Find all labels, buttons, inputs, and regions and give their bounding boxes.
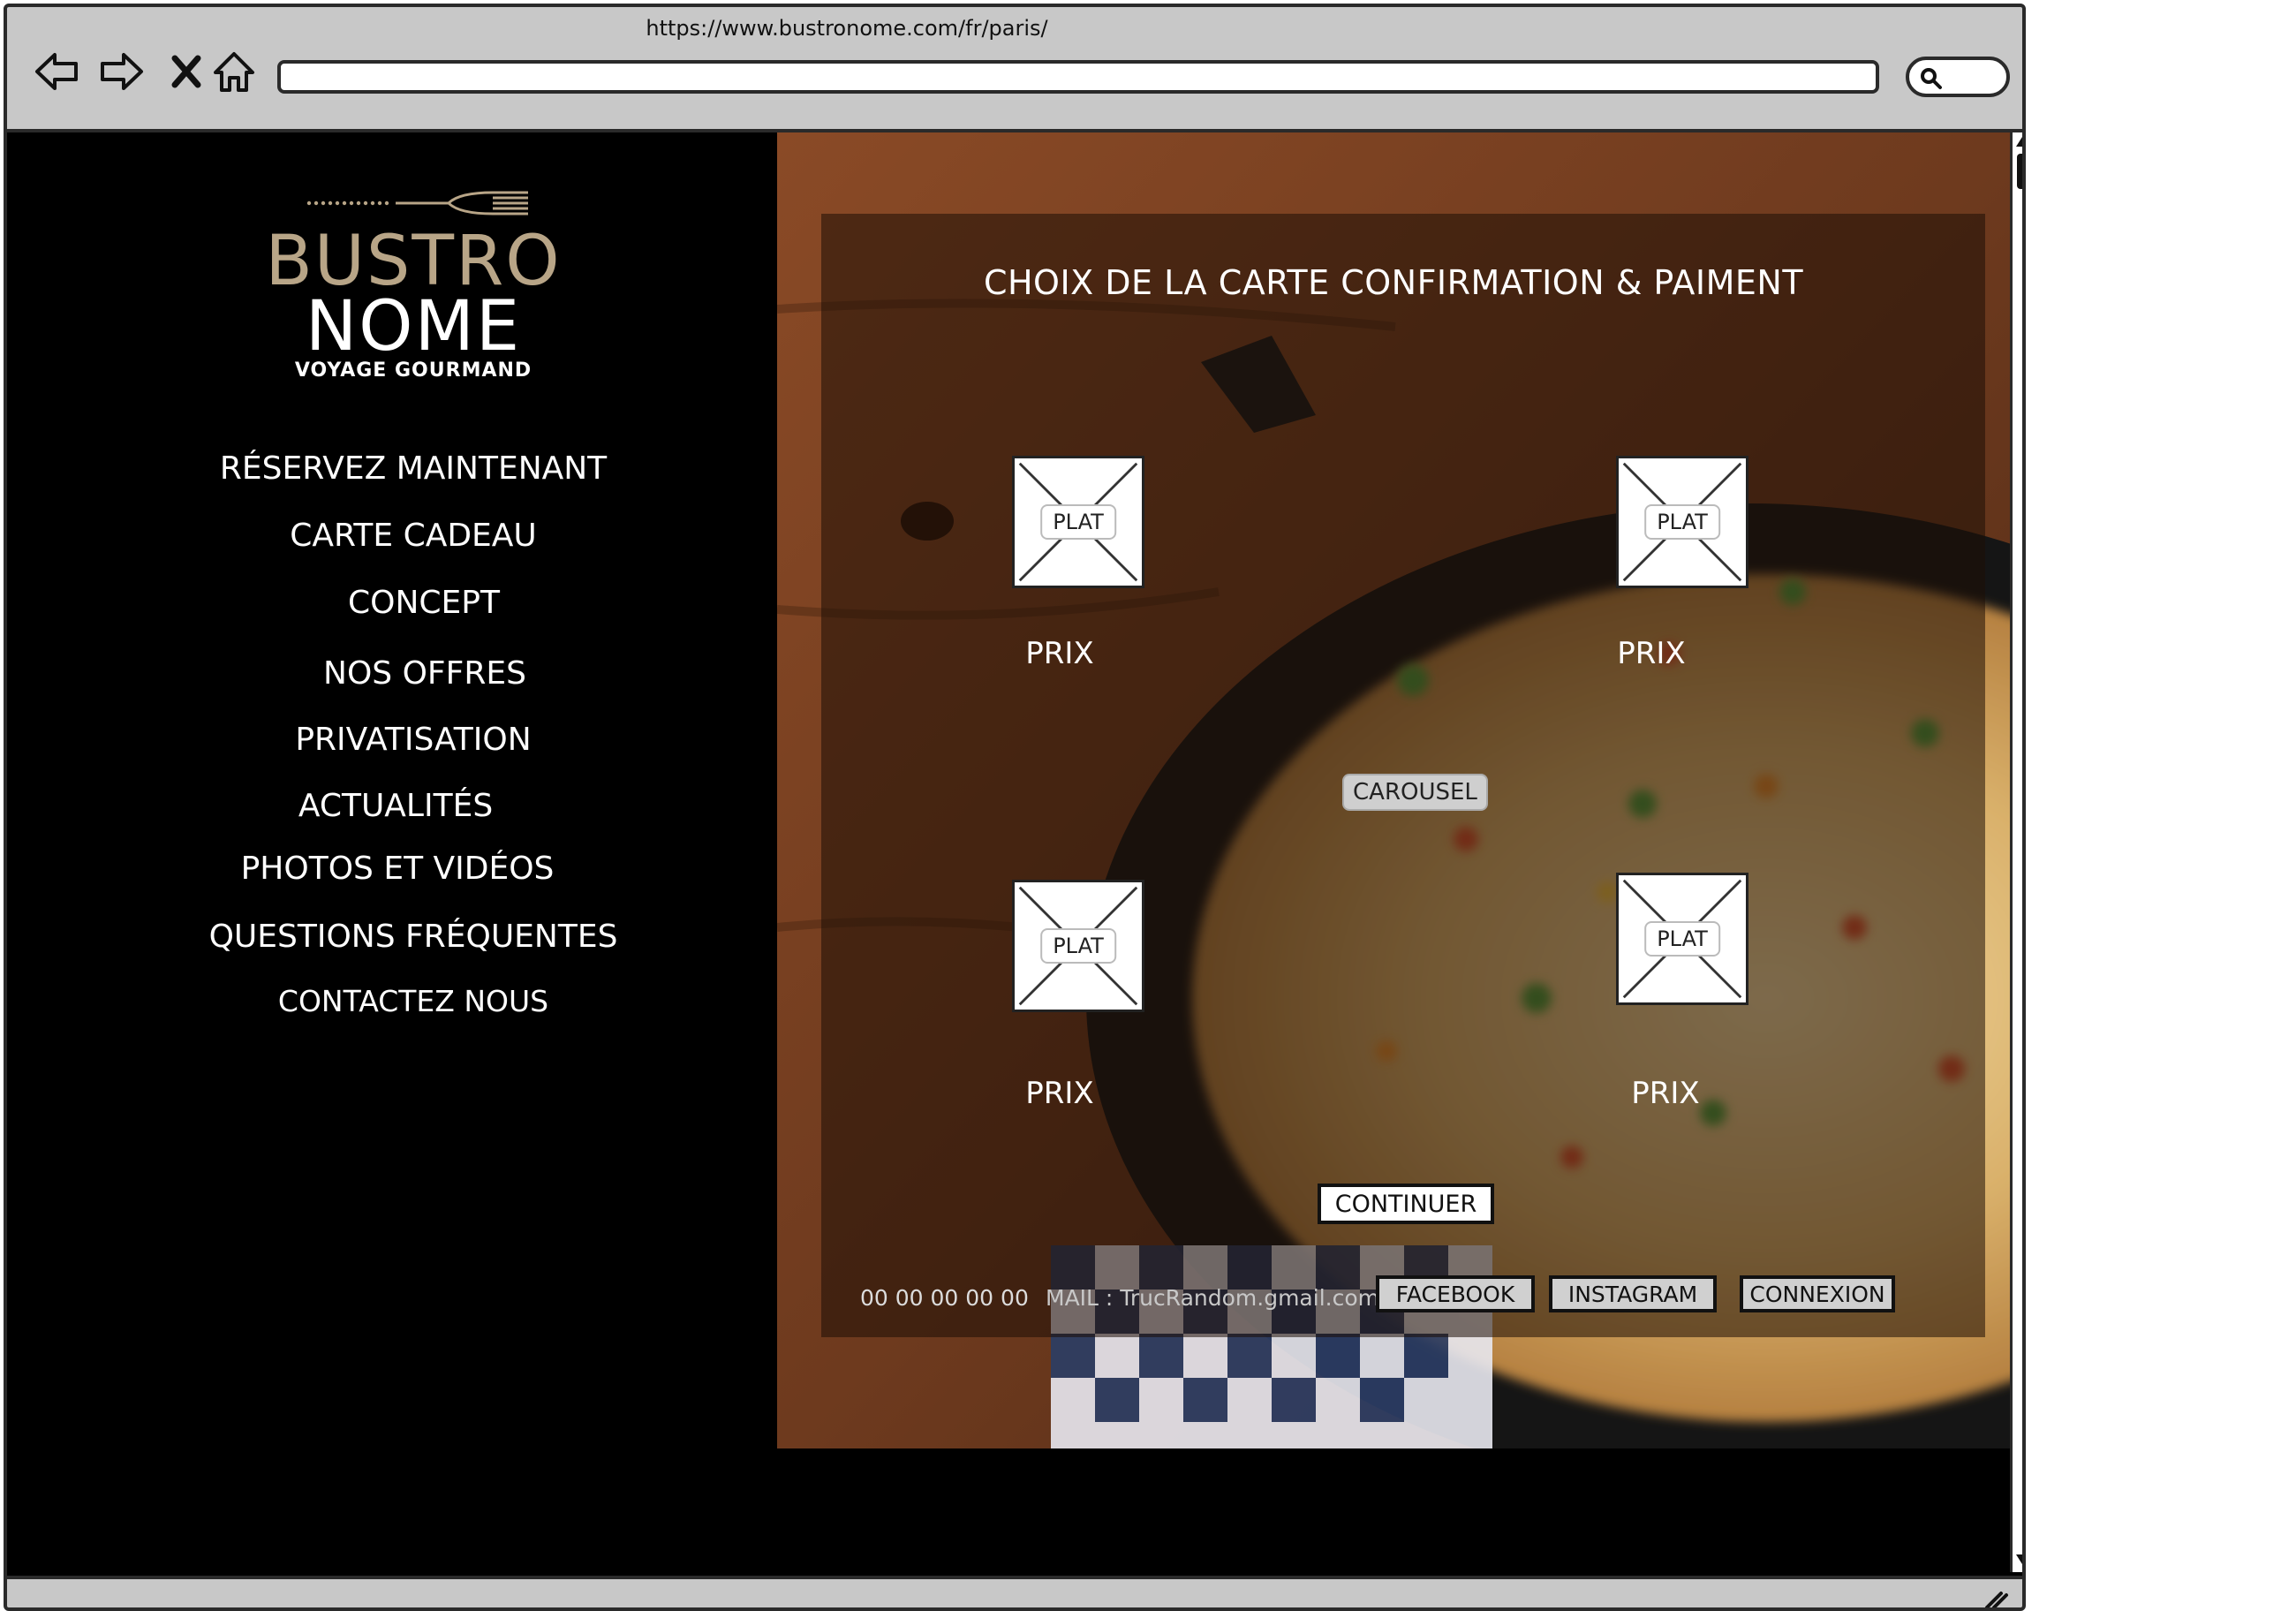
browser-status-bar — [7, 1576, 2022, 1611]
sidebar-item-actualites[interactable]: ACTUALITÉS — [298, 788, 493, 824]
sidebar-item-questions[interactable]: QUESTIONS FRÉQUENTES — [209, 919, 618, 955]
search-icon — [1921, 68, 1942, 89]
sidebar-item-contact[interactable]: CONTACTEZ NOUS — [278, 984, 548, 1018]
dish-price-2: PRIX — [1617, 636, 1686, 671]
dish-image-label: PLAT — [1040, 928, 1116, 964]
sidebar-item-nos-offres[interactable]: NOS OFFRES — [323, 655, 526, 692]
vertical-scrollbar[interactable] — [2010, 132, 2026, 1572]
home-icon[interactable] — [208, 46, 260, 97]
dish-image-label: PLAT — [1644, 921, 1720, 957]
browser-window: https://www.bustronome.com/fr/paris/ BUS… — [4, 4, 2026, 1611]
back-icon[interactable] — [32, 46, 83, 97]
browser-search-field[interactable] — [1906, 57, 2010, 97]
dish-image-2[interactable]: PLAT — [1616, 456, 1748, 588]
carousel-label[interactable]: CAROUSEL — [1342, 774, 1488, 811]
sidebar-item-carte-cadeau[interactable]: CARTE CADEAU — [290, 518, 537, 554]
dish-image-4[interactable]: PLAT — [1616, 873, 1748, 1005]
dish-image-3[interactable]: PLAT — [1012, 880, 1144, 1012]
svg-text:VOYAGE GOURMAND: VOYAGE GOURMAND — [295, 359, 532, 380]
forward-icon[interactable] — [95, 46, 147, 97]
instagram-button[interactable]: INSTAGRAM — [1549, 1275, 1717, 1312]
footer-phone: 00 00 00 00 00 — [860, 1285, 1029, 1311]
facebook-button[interactable]: FACEBOOK — [1376, 1275, 1535, 1312]
dish-price-3: PRIX — [1025, 1076, 1094, 1111]
sidebar-item-photos-videos[interactable]: PHOTOS ET VIDÉOS — [241, 851, 555, 887]
dish-image-label: PLAT — [1644, 504, 1720, 540]
stop-icon[interactable] — [161, 46, 212, 97]
sidebar-item-privatisation[interactable]: PRIVATISATION — [295, 722, 531, 758]
sidebar-item-concept[interactable]: CONCEPT — [348, 585, 500, 621]
scroll-up-icon[interactable] — [2014, 134, 2026, 148]
page-bottom-area — [7, 1448, 2010, 1576]
dish-price-4: PRIX — [1631, 1076, 1700, 1111]
dish-price-1: PRIX — [1025, 636, 1094, 671]
sidebar-item-reservez[interactable]: RÉSERVEZ MAINTENANT — [220, 450, 607, 487]
dish-image-label: PLAT — [1040, 504, 1116, 540]
dish-image-1[interactable]: PLAT — [1012, 456, 1144, 588]
browser-toolbar: https://www.bustronome.com/fr/paris/ — [7, 7, 2022, 132]
svg-text:NOME: NOME — [306, 287, 521, 367]
footer-mail[interactable]: MAIL : TrucRandom.gmail.com — [1046, 1285, 1379, 1311]
resize-grip-icon[interactable] — [1982, 1586, 2010, 1611]
continue-button[interactable]: CONTINUER — [1318, 1184, 1494, 1224]
page-title: CHOIX DE LA CARTE CONFIRMATION & PAIMENT — [983, 263, 1804, 302]
scroll-thumb[interactable] — [2017, 154, 2022, 189]
bustronome-logo[interactable]: BUSTRO NOME VOYAGE GOURMAND — [228, 177, 599, 380]
address-bar[interactable] — [277, 60, 1879, 94]
sidebar: BUSTRO NOME VOYAGE GOURMAND RÉSERVEZ MAI… — [7, 132, 777, 1484]
connexion-button[interactable]: CONNEXION — [1740, 1275, 1895, 1312]
url-display: https://www.bustronome.com/fr/paris/ — [646, 16, 1048, 41]
scroll-down-icon[interactable] — [2014, 1553, 2026, 1567]
